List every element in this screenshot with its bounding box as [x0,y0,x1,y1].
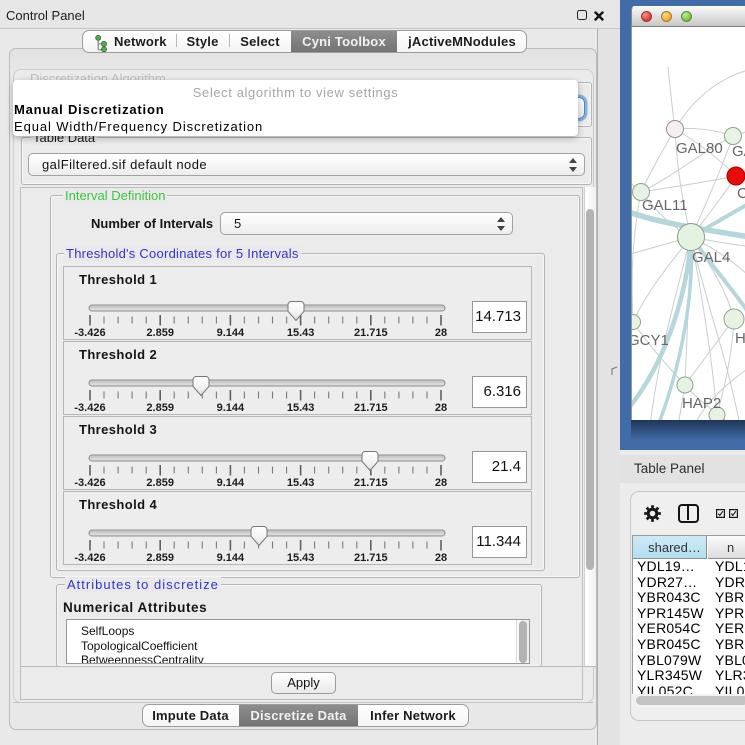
svg-text:15.43: 15.43 [287,552,315,564]
svg-text:21.715: 21.715 [354,552,388,564]
svg-text:2.859: 2.859 [146,552,174,564]
svg-text:15.43: 15.43 [287,327,315,339]
svg-text:28: 28 [435,402,447,414]
svg-text:2.859: 2.859 [146,477,174,489]
svg-text:-3.426: -3.426 [74,402,105,414]
svg-text:28: 28 [435,552,447,564]
svg-text:-3.426: -3.426 [74,552,105,564]
svg-text:2.859: 2.859 [146,402,174,414]
svg-text:-3.426: -3.426 [74,327,105,339]
svg-text:H: H [735,330,745,347]
svg-text:9.144: 9.144 [217,402,245,414]
svg-text:28: 28 [435,477,447,489]
svg-text:9.144: 9.144 [217,327,245,339]
svg-text:2.859: 2.859 [146,327,174,339]
svg-text:GAL4: GAL4 [692,249,730,266]
svg-text:GAL80: GAL80 [676,140,723,157]
svg-text:28: 28 [435,327,447,339]
svg-text:C: C [737,185,745,202]
svg-text:9.144: 9.144 [217,552,245,564]
svg-text:15.43: 15.43 [287,402,315,414]
svg-text:GAL11: GAL11 [642,197,688,214]
svg-text:15.43: 15.43 [287,477,315,489]
svg-text:21.715: 21.715 [354,327,388,339]
svg-text:9.144: 9.144 [217,477,245,489]
svg-text:GCY1: GCY1 [632,332,669,349]
svg-text:HAP2: HAP2 [682,395,721,412]
svg-text:-3.426: -3.426 [74,477,105,489]
svg-text:21.715: 21.715 [354,477,388,489]
svg-text:GA: GA [732,143,745,160]
svg-text:21.715: 21.715 [354,402,388,414]
